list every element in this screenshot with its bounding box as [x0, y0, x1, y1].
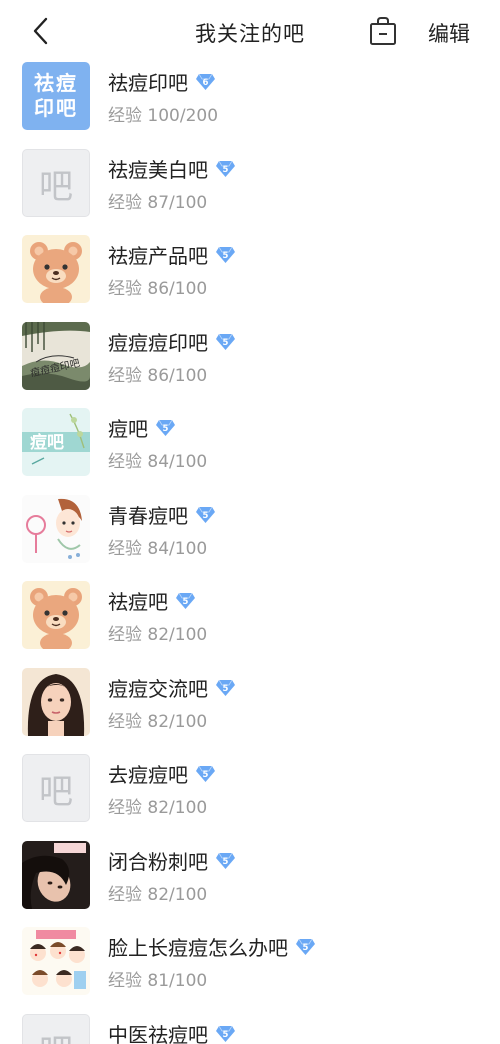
forum-exp: 经验 84/100	[108, 452, 208, 472]
bag-button[interactable]	[369, 16, 397, 46]
forum-exp: 经验 100/200	[108, 106, 219, 126]
level-badge-icon: 5	[216, 851, 235, 870]
level-badge-icon: 5	[196, 764, 215, 783]
forum-name-line: 祛痘印吧 6	[108, 67, 215, 95]
forum-name: 痘吧	[108, 416, 148, 441]
forum-row[interactable]: 祛痘 印吧 祛痘印吧 6 经验 100/200	[0, 54, 500, 140]
forum-name-line: 祛痘吧 5	[108, 586, 195, 614]
forum-name-line: 去痘痘吧 5	[108, 759, 215, 787]
forum-avatar[interactable]	[22, 235, 90, 303]
forum-avatar[interactable]: 吧	[22, 754, 90, 822]
forum-exp: 经验 86/100	[108, 279, 208, 299]
forum-row[interactable]: 闭合粉刺吧 5 经验 82/100	[0, 833, 500, 919]
level-badge-icon: 5	[216, 245, 235, 264]
svg-text:5: 5	[203, 511, 209, 521]
forum-name-line: 闭合粉刺吧 5	[108, 846, 235, 874]
forum-name-line: 中医祛痘吧 5	[108, 1019, 235, 1044]
svg-text:5: 5	[223, 684, 229, 694]
forum-avatar[interactable]	[22, 581, 90, 649]
svg-text:5: 5	[223, 251, 229, 261]
svg-text:5: 5	[203, 770, 209, 780]
forum-name-line: 祛痘产品吧 5	[108, 240, 235, 268]
level-badge-icon: 5	[176, 591, 195, 610]
forum-avatar[interactable]: 吧	[22, 1014, 90, 1044]
bag-icon	[370, 17, 396, 45]
svg-text:5: 5	[223, 857, 229, 867]
forum-name: 痘痘交流吧	[108, 676, 208, 701]
forum-avatar[interactable]: 痘吧	[22, 408, 90, 476]
forum-name-line: 祛痘美白吧 5	[108, 154, 235, 182]
forum-avatar[interactable]	[22, 668, 90, 736]
forum-row[interactable]: 祛痘吧 5 经验 82/100	[0, 573, 500, 659]
forum-name: 闭合粉刺吧	[108, 849, 208, 874]
forum-exp: 经验 82/100	[108, 625, 208, 645]
forum-row[interactable]: 痘吧 痘吧 5 经验 84/100	[0, 400, 500, 486]
level-badge-icon: 5	[296, 937, 315, 956]
forum-exp: 经验 87/100	[108, 193, 208, 213]
forum-exp: 经验 84/100	[108, 539, 208, 559]
forum-avatar[interactable]: 祛痘 印吧	[22, 62, 90, 130]
forum-name: 祛痘美白吧	[108, 157, 208, 182]
edit-button[interactable]: 编辑	[428, 18, 470, 48]
forum-name: 青春痘吧	[108, 503, 188, 528]
forum-exp: 经验 86/100	[108, 366, 208, 386]
svg-text:5: 5	[223, 338, 229, 348]
avatar-text-line: 祛痘	[34, 71, 78, 95]
svg-text:6: 6	[203, 78, 209, 88]
forum-avatar[interactable]	[22, 495, 90, 563]
forum-exp: 经验 82/100	[108, 712, 208, 732]
default-avatar-glyph: 吧	[39, 771, 73, 812]
level-badge-icon: 5	[216, 332, 235, 351]
forum-name: 去痘痘吧	[108, 762, 188, 787]
forum-name: 祛痘印吧	[108, 70, 188, 95]
top-bar: 我关注的吧 编辑	[0, 0, 500, 62]
forum-row[interactable]: 吧 去痘痘吧 5 经验 82/100	[0, 746, 500, 832]
svg-text:痘吧: 痘吧	[30, 432, 64, 453]
level-badge-icon: 5	[196, 505, 215, 524]
forum-avatar[interactable]: 吧	[22, 149, 90, 217]
forum-name: 脸上长痘痘怎么办吧	[108, 935, 288, 960]
forum-name-line: 脸上长痘痘怎么办吧 5	[108, 932, 315, 960]
forum-row[interactable]: 痘痘痘印吧 痘痘痘印吧 5 经验 86/100	[0, 314, 500, 400]
forum-row[interactable]: 青春痘吧 5 经验 84/100	[0, 487, 500, 573]
forum-name-line: 痘痘痘印吧 5	[108, 327, 235, 355]
forum-avatar[interactable]	[22, 927, 90, 995]
forum-name-line: 青春痘吧 5	[108, 500, 215, 528]
default-avatar-glyph: 吧	[39, 166, 73, 207]
level-badge-icon: 5	[216, 1024, 235, 1043]
forum-exp: 经验 82/100	[108, 798, 208, 818]
forum-avatar[interactable]: 痘痘痘印吧	[22, 322, 90, 390]
level-badge-icon: 5	[216, 678, 235, 697]
forum-name: 祛痘产品吧	[108, 243, 208, 268]
svg-text:5: 5	[163, 424, 169, 434]
forum-exp: 经验 81/100	[108, 971, 208, 991]
default-avatar-glyph: 吧	[39, 1024, 73, 1044]
forum-row[interactable]: 痘痘交流吧 5 经验 82/100	[0, 660, 500, 746]
level-badge-icon: 6	[196, 72, 215, 91]
page-title: 我关注的吧	[195, 22, 305, 46]
svg-text:5: 5	[303, 943, 309, 953]
forum-name: 痘痘痘印吧	[108, 330, 208, 355]
forum-row[interactable]: 吧 祛痘美白吧 5 经验 87/100	[0, 141, 500, 227]
svg-text:5: 5	[223, 165, 229, 175]
svg-text:5: 5	[223, 1030, 229, 1040]
forum-name-line: 痘吧 5	[108, 413, 175, 441]
forum-row[interactable]: 祛痘产品吧 5 经验 86/100	[0, 227, 500, 313]
forum-row[interactable]: 吧中医祛痘吧5经验 81/100	[0, 1006, 500, 1044]
avatar-text-line: 印吧	[34, 96, 78, 120]
forum-name-line: 痘痘交流吧 5	[108, 673, 235, 701]
forum-avatar[interactable]	[22, 841, 90, 909]
forum-exp: 经验 82/100	[108, 885, 208, 905]
level-badge-icon: 5	[216, 159, 235, 178]
forum-name: 中医祛痘吧	[108, 1022, 208, 1044]
forum-row[interactable]: 脸上长痘痘怎么办吧 5 经验 81/100	[0, 919, 500, 1005]
level-badge-icon: 5	[156, 418, 175, 437]
forum-name: 祛痘吧	[108, 589, 168, 614]
svg-text:5: 5	[183, 597, 189, 607]
